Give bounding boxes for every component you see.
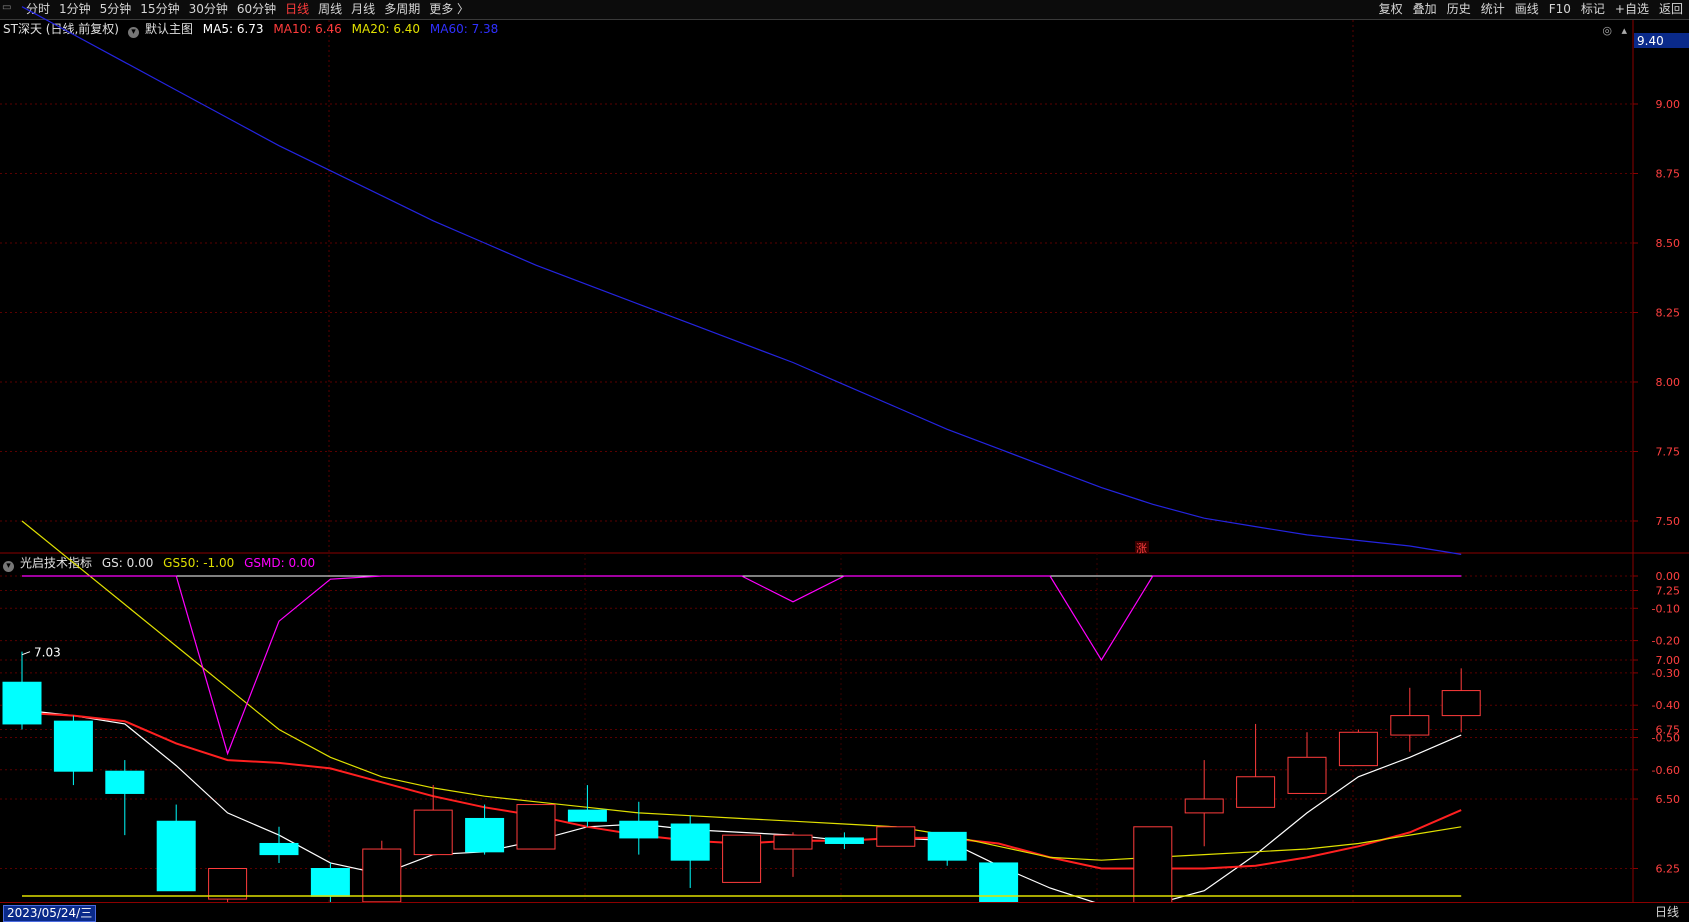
price-tick-label: 7.00 — [1656, 654, 1681, 667]
period-button[interactable]: 日线 — [1655, 904, 1679, 921]
cursor-date: 2023/05/24/三 — [3, 905, 97, 922]
candle-down — [259, 842, 299, 856]
high-marker-line — [21, 651, 31, 656]
price-tick-label: 8.75 — [1656, 168, 1681, 181]
candle-up — [208, 868, 248, 900]
price-tick-label: 8.25 — [1656, 307, 1681, 320]
candle-up — [722, 834, 762, 883]
indicator-tick-label: -0.20 — [1652, 635, 1680, 648]
ma-line-ma60 — [21, 6, 1462, 555]
ma-line-ma20 — [21, 520, 1462, 861]
price-tick-label: 8.00 — [1656, 376, 1681, 389]
indicator-tick-label: -0.40 — [1652, 699, 1680, 712]
candle-up — [1390, 715, 1430, 736]
candle-up — [876, 826, 916, 847]
time-axis-bar: 2023/05/24/三 日线 — [0, 902, 1689, 922]
candle-up — [413, 809, 453, 856]
candle-down — [824, 837, 864, 844]
candle-down — [105, 770, 145, 794]
price-tick-label: 6.25 — [1656, 863, 1681, 876]
candle-down — [927, 831, 967, 861]
candle-up — [1441, 690, 1481, 717]
indicator-tick-label: -0.30 — [1652, 667, 1680, 680]
candle-down — [670, 823, 710, 861]
candle-down — [465, 817, 505, 853]
candle-up — [1184, 798, 1224, 814]
candle-up — [1287, 756, 1327, 794]
price-tick-label: 8.50 — [1656, 237, 1681, 250]
candle-up — [362, 848, 402, 903]
price-tick-label: 7.75 — [1656, 446, 1681, 459]
candle-up — [1236, 776, 1276, 808]
price-tick-label: 7.25 — [1656, 585, 1681, 598]
candle-down — [567, 809, 607, 822]
candle-up — [773, 834, 813, 850]
candle-down — [619, 820, 659, 839]
candle-down — [310, 868, 350, 897]
price-top-label: 9.40 — [1637, 34, 1664, 48]
candle-down — [53, 720, 93, 772]
gsmd-line — [22, 575, 1462, 756]
candle-down — [156, 820, 196, 892]
indicator-tick-label: -0.10 — [1652, 602, 1680, 615]
candle-down — [2, 681, 42, 725]
indicator-tick-label: -0.50 — [1652, 732, 1680, 745]
candle-up — [1338, 731, 1378, 767]
price-tick-label: 9.00 — [1656, 98, 1681, 111]
indicator-tick-label: -0.60 — [1652, 764, 1680, 777]
price-tick-label: 6.50 — [1656, 793, 1681, 806]
high-price-label: 7.03 — [34, 646, 61, 660]
indicator-tick-label: 0.00 — [1656, 570, 1681, 583]
candle-up — [1133, 826, 1173, 906]
kline-chart[interactable]: 9.008.758.508.258.007.757.507.257.006.75… — [0, 0, 1689, 921]
price-tick-label: 7.50 — [1656, 515, 1681, 528]
candle-up — [516, 804, 556, 850]
limit-up-tag: 涨 — [1136, 542, 1147, 555]
